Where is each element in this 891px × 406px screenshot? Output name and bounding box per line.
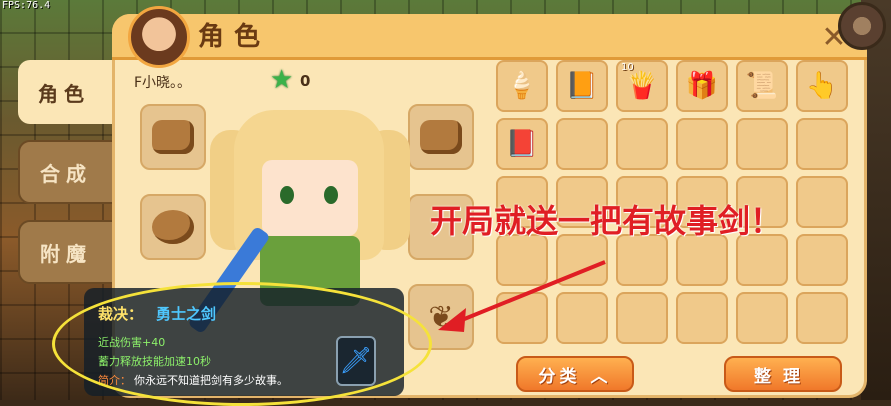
equip-slot-boots[interactable]: [408, 104, 474, 170]
gear-icon[interactable]: [838, 2, 886, 50]
inventory-slot-empty[interactable]: [616, 292, 668, 344]
inventory-slot-empty[interactable]: [796, 292, 848, 344]
sort-button[interactable]: 整理: [724, 356, 842, 392]
eye-left: [280, 186, 294, 204]
inventory-slot[interactable]: 🎁: [676, 60, 728, 112]
inventory-slot[interactable]: 🍟 10: [616, 60, 668, 112]
classify-button[interactable]: 分类 ︿: [516, 356, 634, 392]
fps-counter: FPS:76.4: [2, 0, 51, 11]
scroll-icon: 📜: [745, 71, 779, 101]
ice-cream-icon: 🍦: [505, 71, 539, 101]
inventory-slot[interactable]: 📕: [496, 118, 548, 170]
boots-icon: [420, 120, 462, 154]
helmet-icon: [152, 120, 194, 154]
avatar: [128, 6, 190, 68]
inventory-slot-empty[interactable]: [616, 118, 668, 170]
inventory-slot[interactable]: 🍦: [496, 60, 548, 112]
equip-slot-chest[interactable]: [140, 194, 206, 260]
star-icon: ★: [270, 65, 294, 95]
inventory-slot-empty[interactable]: [676, 118, 728, 170]
tab-label: 合成: [40, 161, 92, 186]
gift-box-icon: 🎁: [685, 71, 719, 101]
inventory-slot-empty[interactable]: [796, 234, 848, 286]
tab-label: 附魔: [40, 241, 92, 266]
star-count: 0: [300, 72, 311, 90]
eye-right: [324, 186, 338, 204]
inventory-slot[interactable]: 📜: [736, 60, 788, 112]
tab-label: 角色: [38, 81, 90, 106]
player-name: F小晓。。: [134, 75, 192, 91]
character-model[interactable]: [187, 100, 410, 335]
inventory-slot[interactable]: 📙: [556, 60, 608, 112]
inventory-slot-empty[interactable]: [676, 292, 728, 344]
equip-slot-helmet[interactable]: [140, 104, 206, 170]
inventory-slot-empty[interactable]: [796, 118, 848, 170]
fries-icon: 🍟: [625, 71, 659, 101]
book-flag-icon: 📙: [565, 71, 599, 101]
book-icon: 📕: [505, 129, 539, 159]
inventory-slot-empty[interactable]: [736, 118, 788, 170]
inventory-slot[interactable]: 👆: [796, 60, 848, 112]
item-count-badge: 10: [621, 62, 634, 73]
inventory-slot-empty[interactable]: [556, 118, 608, 170]
chest-armor-icon: [152, 210, 194, 244]
annotation-arrow: [438, 260, 606, 332]
annotation-text: 开局就送一把有故事剑！: [430, 202, 783, 240]
inventory-slot-empty[interactable]: [736, 292, 788, 344]
face: [262, 160, 358, 236]
cursor-hand-icon: 👆: [805, 71, 839, 101]
sort-label: 整理: [754, 366, 812, 387]
page-title: 角色: [198, 22, 271, 52]
inventory-slot-empty[interactable]: [796, 176, 848, 228]
tab-enchanting[interactable]: 附魔: [18, 220, 123, 284]
classify-label: 分类 ︿: [538, 366, 612, 387]
tab-crafting[interactable]: 合成: [18, 140, 123, 204]
highlight-ellipse: [52, 282, 432, 406]
